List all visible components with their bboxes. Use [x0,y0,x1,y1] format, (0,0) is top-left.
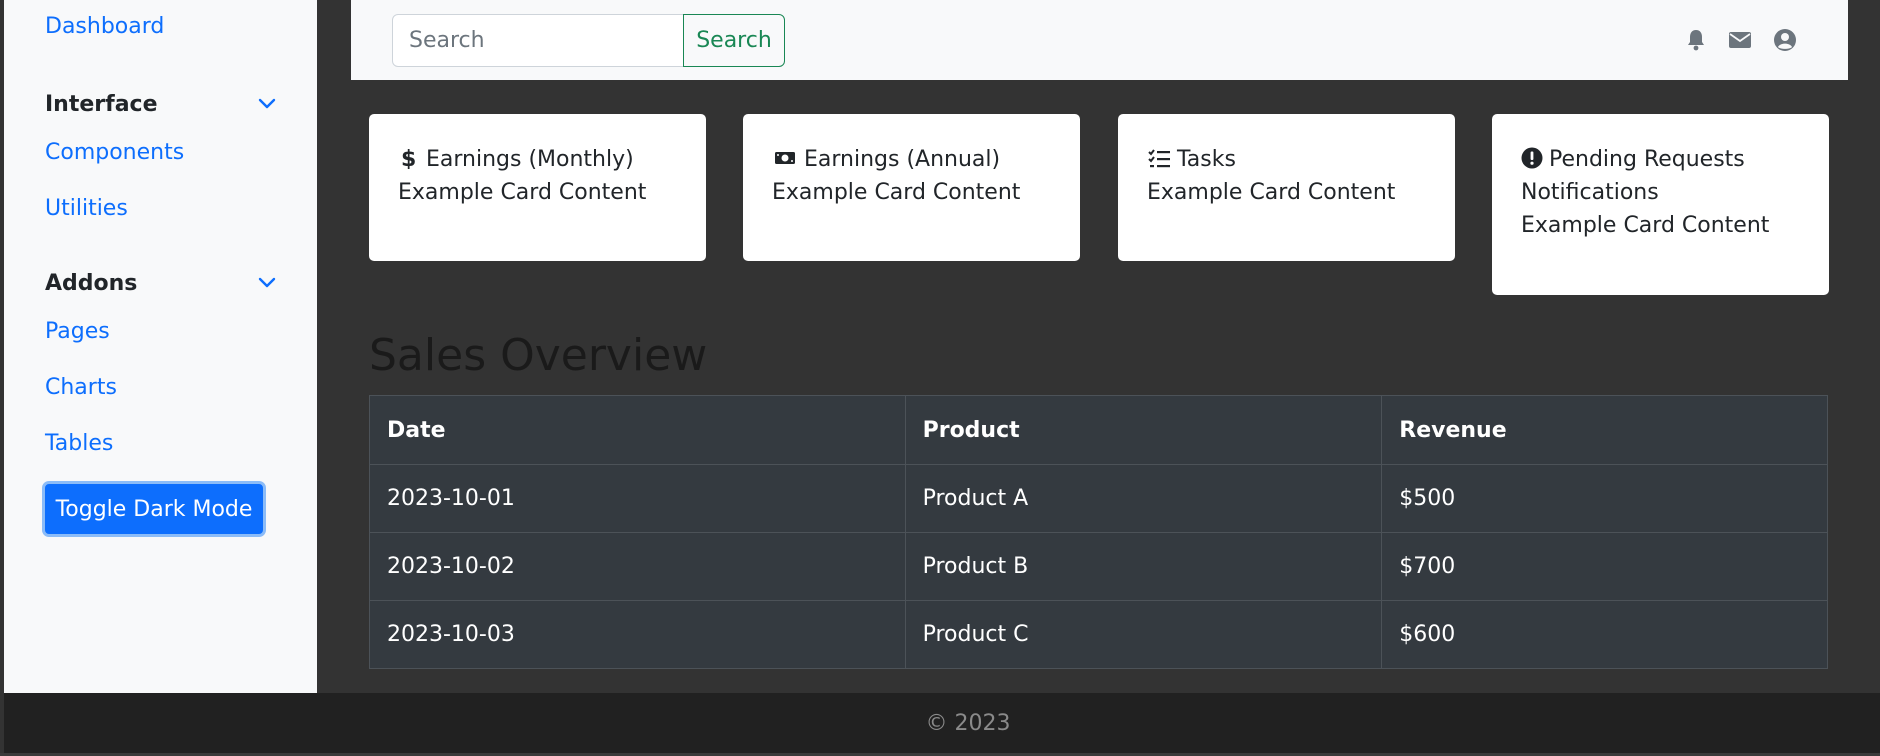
table-row: 2023-10-01 Product A $500 [369,464,1828,533]
sales-table: Date Product Revenue 2023-10-01 Product … [369,395,1828,669]
search-button[interactable]: Search [683,14,785,67]
card-content: Example Card Content [1147,180,1396,205]
cell-product: Product B [904,532,1383,601]
cell-date: 2023-10-03 [369,600,906,669]
card-pending-requests: Pending Requests Notifications Example C… [1492,114,1829,295]
table-row: 2023-10-03 Product C $600 [369,600,1828,669]
table-header-row: Date Product Revenue [369,395,1828,465]
sales-overview-title: Sales Overview [369,330,708,381]
card-earnings-annual: Earnings (Annual) Example Card Content [743,114,1080,261]
column-header-date: Date [369,395,906,465]
card-title: Earnings (Annual) [804,147,1001,172]
cell-date: 2023-10-02 [369,532,906,601]
app-window: Dashboard Interface Components Utilities… [0,0,1880,756]
envelope-icon[interactable] [1727,27,1753,53]
card-content: Example Card Content [398,180,647,205]
sidebar-item-tables[interactable]: Tables [45,431,113,456]
sidebar-item-dashboard[interactable]: Dashboard [45,14,164,39]
cell-revenue: $700 [1381,532,1828,601]
column-header-product: Product [904,395,1383,465]
card-content: Example Card Content [772,180,1021,205]
chevron-down-icon[interactable] [257,273,277,293]
cash-icon [775,152,795,164]
chevron-down-icon[interactable] [257,94,277,114]
cell-revenue: $500 [1381,464,1828,533]
card-subtitle: Notifications [1521,180,1659,205]
card-title: Pending Requests [1549,147,1745,172]
svg-text:$: $ [401,147,416,169]
topbar: Search [351,0,1848,80]
sidebar-item-utilities[interactable]: Utilities [45,196,128,221]
cell-product: Product C [904,600,1383,669]
user-circle-icon[interactable] [1772,27,1798,53]
sidebar: Dashboard Interface Components Utilities… [4,0,317,693]
sidebar-heading-addons[interactable]: Addons [45,271,137,296]
toggle-dark-mode-button[interactable]: Toggle Dark Mode [42,481,266,537]
sidebar-item-pages[interactable]: Pages [45,319,110,344]
card-earnings-monthly: $ Earnings (Monthly) Example Card Conten… [369,114,706,261]
card-content: Example Card Content [1521,213,1770,238]
checklist-icon [1148,149,1170,168]
exclamation-circle-icon [1521,147,1543,169]
footer-copyright: © 2023 [925,710,1011,736]
bell-icon[interactable] [1683,27,1709,53]
sidebar-item-components[interactable]: Components [45,140,184,165]
cell-product: Product A [904,464,1383,533]
card-tasks: Tasks Example Card Content [1118,114,1455,261]
cell-date: 2023-10-01 [369,464,906,533]
sidebar-item-charts[interactable]: Charts [45,375,117,400]
card-title: Earnings (Monthly) [426,147,634,172]
cell-revenue: $600 [1381,600,1828,669]
sidebar-heading-interface[interactable]: Interface [45,92,158,117]
table-row: 2023-10-02 Product B $700 [369,532,1828,601]
search-input[interactable] [392,14,684,67]
dollar-icon: $ [401,147,416,169]
column-header-revenue: Revenue [1381,395,1828,465]
card-title: Tasks [1177,147,1236,172]
footer: © 2023 [4,693,1880,753]
